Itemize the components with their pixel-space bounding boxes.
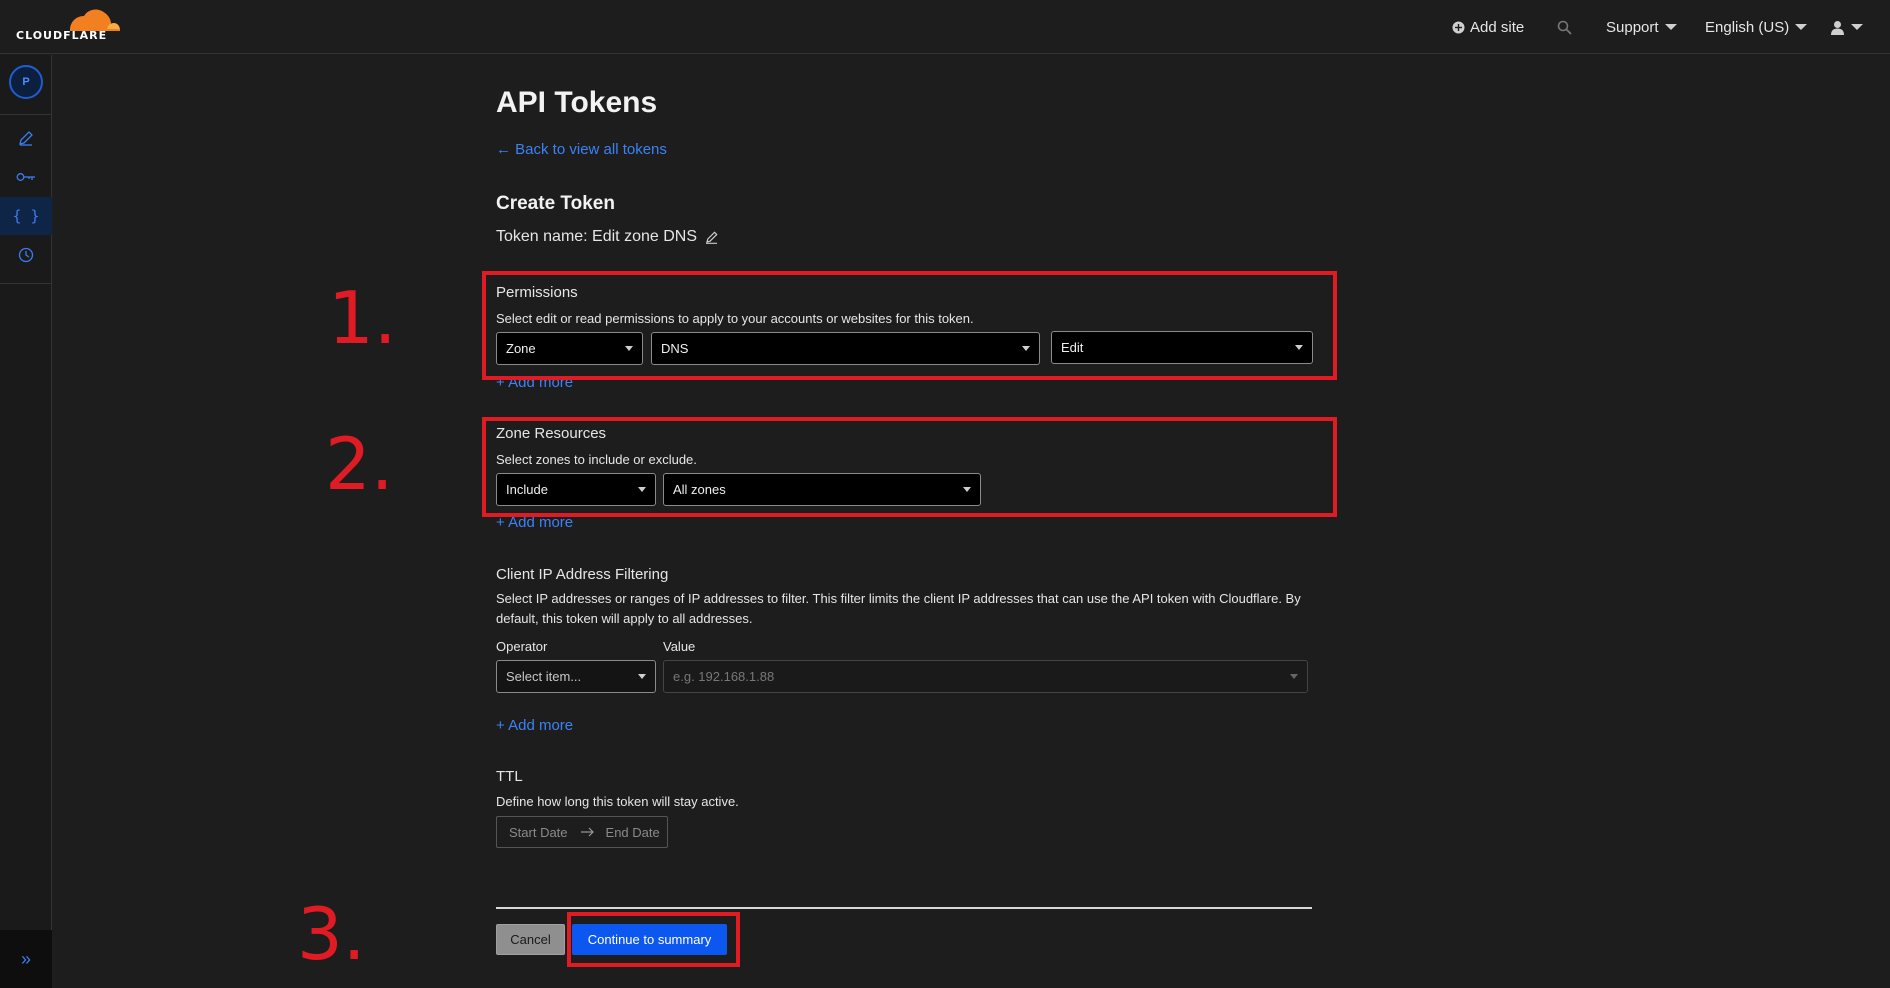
sidebar-item-edit[interactable] xyxy=(0,119,52,157)
sidebar-divider xyxy=(0,114,52,115)
search-button[interactable] xyxy=(1557,0,1572,54)
operator-label: Operator xyxy=(496,639,548,654)
dropdown-arrow-icon xyxy=(638,674,646,679)
chevron-down-icon xyxy=(1851,24,1863,30)
annotation-box-zone-resources xyxy=(482,417,1337,517)
annotation-step-1: 1. xyxy=(328,276,397,360)
ip-filtering-description: Select IP addresses or ranges of IP addr… xyxy=(496,591,1301,626)
clock-icon xyxy=(18,247,34,263)
page-title: API Tokens xyxy=(496,86,658,119)
braces-icon: { } xyxy=(12,207,40,225)
sidebar-item-api-keys[interactable] xyxy=(0,158,52,196)
logo-wordmark: CLOUDFLARE xyxy=(16,29,108,42)
key-icon xyxy=(16,173,35,181)
token-name-label: Token name: Edit zone DNS xyxy=(496,228,697,245)
ttl-date-range[interactable]: Start Date End Date xyxy=(496,816,668,848)
annotation-box-continue xyxy=(567,912,740,967)
sidebar-item-api-tokens[interactable]: { } xyxy=(0,197,52,235)
input-placeholder: e.g. 192.168.1.88 xyxy=(673,669,775,684)
ttl-title: TTL xyxy=(496,768,523,785)
section-title: Create Token xyxy=(496,193,615,214)
form-divider xyxy=(496,907,1312,909)
top-bar: CLOUDFLARE Add site Support English (US) xyxy=(0,0,1890,54)
end-date-input[interactable]: End Date xyxy=(606,825,660,840)
plus-circle-icon xyxy=(1452,21,1465,33)
sidebar-item-history[interactable] xyxy=(0,236,52,274)
annotation-box-permissions xyxy=(482,271,1337,380)
chevron-down-icon xyxy=(1795,24,1808,30)
ip-value-input[interactable]: e.g. 192.168.1.88 xyxy=(663,660,1308,693)
select-placeholder: Select item... xyxy=(506,669,582,684)
ip-filtering-add-more[interactable]: + Add more xyxy=(496,717,573,734)
value-label: Value xyxy=(663,639,696,654)
back-to-tokens-link[interactable]: ← Back to view all tokens xyxy=(496,141,667,158)
account-avatar[interactable]: P xyxy=(9,65,43,99)
token-name: Token name: Edit zone DNS xyxy=(496,228,719,246)
start-date-input[interactable]: Start Date xyxy=(509,825,568,840)
add-site-link[interactable]: Add site xyxy=(1452,0,1524,54)
add-site-label: Add site xyxy=(1470,18,1525,36)
sidebar: P { } » xyxy=(0,55,52,988)
pencil-icon xyxy=(19,131,33,146)
chevron-down-icon xyxy=(1664,24,1677,30)
edit-token-name-icon[interactable] xyxy=(705,230,719,244)
double-chevron-right-icon: » xyxy=(20,948,31,969)
support-label: Support xyxy=(1606,18,1659,36)
sidebar-expand-button[interactable]: » xyxy=(0,930,52,988)
language-label: English (US) xyxy=(1705,18,1790,36)
arrow-right-icon xyxy=(580,827,594,837)
annotation-step-2: 2. xyxy=(325,422,394,506)
user-icon xyxy=(1831,20,1844,35)
operator-select[interactable]: Select item... xyxy=(496,660,656,693)
search-icon xyxy=(1557,20,1572,35)
user-menu[interactable] xyxy=(1830,0,1863,54)
dropdown-arrow-icon xyxy=(1290,674,1298,679)
ttl-description: Define how long this token will stay act… xyxy=(496,794,739,809)
language-menu[interactable]: English (US) xyxy=(1705,0,1808,54)
sidebar-divider xyxy=(0,283,52,284)
annotation-step-3: 3. xyxy=(297,892,366,976)
cancel-button[interactable]: Cancel xyxy=(496,924,565,955)
ip-filtering-title: Client IP Address Filtering xyxy=(496,566,669,583)
support-menu[interactable]: Support xyxy=(1606,0,1677,54)
